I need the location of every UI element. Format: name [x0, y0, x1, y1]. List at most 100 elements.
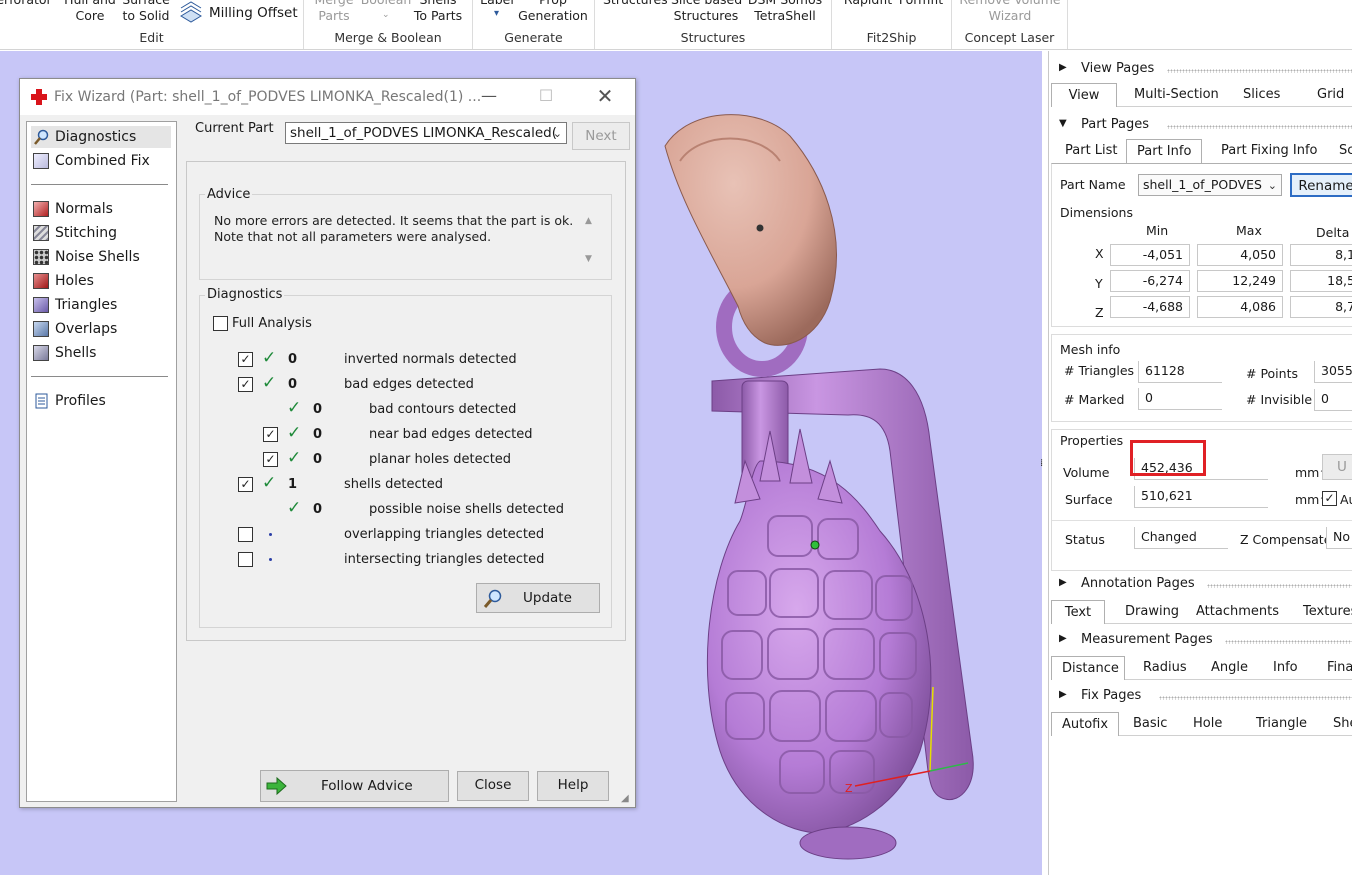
tab-textures[interactable]: Textures — [1293, 600, 1352, 624]
surface-to-solid-button[interactable]: Surface to Solid — [118, 0, 174, 24]
dim-z-delta[interactable]: 8,7 — [1290, 296, 1352, 318]
dim-z-max[interactable]: 4,086 — [1197, 296, 1283, 318]
update-volume-button[interactable]: U — [1322, 454, 1352, 480]
tab-attachments[interactable]: Attachments — [1186, 600, 1289, 624]
formfit-button[interactable]: Formfit — [896, 0, 946, 8]
auto-update-checkbox[interactable]: ✓ — [1322, 491, 1337, 506]
nav-item-shells[interactable]: Shells — [31, 342, 171, 364]
resize-grip-icon[interactable]: ◢ — [621, 793, 629, 804]
tab-drawing[interactable]: Drawing — [1115, 600, 1189, 624]
help-button[interactable]: Help — [537, 771, 609, 801]
milling-offset-icon[interactable] — [178, 0, 204, 26]
shells-checkbox[interactable]: ✓ — [238, 477, 253, 492]
dim-x-max[interactable]: 4,050 — [1197, 244, 1283, 266]
tab-scene[interactable]: Sce — [1329, 139, 1352, 163]
close-button[interactable]: Close — [457, 771, 529, 801]
prop-generation-button[interactable]: Prop Generation — [517, 0, 589, 24]
tab-info[interactable]: Info — [1263, 656, 1308, 680]
boolean-button[interactable]: Boolean — [358, 0, 414, 8]
nav-item-profiles[interactable]: Profiles — [31, 390, 171, 412]
dim-header-delta: Delta — [1316, 225, 1350, 240]
view-pages-header[interactable]: ▶ View Pages — [1049, 59, 1352, 79]
tab-final[interactable]: Final — [1317, 656, 1352, 680]
nav-item-combined-fix[interactable]: Combined Fix — [31, 150, 171, 172]
points-value[interactable]: 30550 — [1314, 361, 1352, 383]
tab-triangle[interactable]: Triangle — [1246, 712, 1317, 736]
tab-part-info[interactable]: Part Info — [1126, 139, 1203, 163]
tab-part-list[interactable]: Part List — [1055, 139, 1128, 163]
tab-slices[interactable]: Slices — [1233, 83, 1290, 107]
tab-multi-section[interactable]: Multi-Section — [1124, 83, 1229, 107]
tab-text[interactable]: Text — [1051, 600, 1105, 624]
dialog-titlebar[interactable]: Fix Wizard (Part: shell_1_of_PODVES LIMO… — [20, 79, 635, 115]
dim-y-delta[interactable]: 18,5 — [1290, 270, 1352, 292]
tab-distance[interactable]: Distance — [1051, 656, 1125, 680]
rapidfit-button[interactable]: Rapidfit — [840, 0, 896, 8]
remove-volume-wizard-button[interactable]: Remove Volume Wizard — [956, 0, 1064, 24]
surface-value[interactable]: 510,621 — [1134, 486, 1268, 508]
dim-z-min[interactable]: -4,688 — [1110, 296, 1190, 318]
hull-and-core-button[interactable]: Hull and Core — [62, 0, 118, 24]
merge-parts-button[interactable]: Merge Parts — [312, 0, 356, 24]
tab-shell[interactable]: Shell — [1323, 712, 1352, 736]
tab-part-fixing-info[interactable]: Part Fixing Info — [1211, 139, 1327, 163]
scroll-up-icon[interactable]: ▲ — [585, 216, 592, 226]
rename-button[interactable]: Rename — [1290, 173, 1352, 197]
tab-view[interactable]: View — [1051, 83, 1117, 107]
fix-wizard-dialog[interactable]: Fix Wizard (Part: shell_1_of_PODVES LIMO… — [19, 78, 636, 808]
update-button[interactable]: Update — [476, 583, 600, 613]
mesh-info-box: Mesh info # Triangles 61128 # Points 305… — [1051, 334, 1352, 422]
minimize-icon[interactable]: — — [475, 87, 503, 107]
part-name-select[interactable]: shell_1_of_PODVES ⌄ — [1138, 174, 1282, 196]
invisible-value[interactable]: 0 — [1314, 389, 1352, 411]
next-button[interactable]: Next — [572, 122, 630, 150]
nav-item-holes[interactable]: Holes — [31, 270, 171, 292]
tab-hole[interactable]: Hole — [1183, 712, 1232, 736]
dsm-somos-tetrashell-button[interactable]: DSM Somos TetraShell — [745, 0, 825, 24]
full-analysis-checkbox[interactable] — [213, 316, 228, 331]
tab-angle[interactable]: Angle — [1201, 656, 1258, 680]
maximize-icon[interactable]: ☐ — [532, 87, 560, 107]
measurement-pages-header[interactable]: ▶ Measurement Pages — [1049, 630, 1352, 650]
collapse-triangle-icon: ▼ — [1059, 118, 1067, 129]
dim-y-max[interactable]: 12,249 — [1197, 270, 1283, 292]
close-icon[interactable]: ✕ — [591, 86, 619, 107]
perforator-button[interactable]: erforator — [0, 0, 54, 8]
current-part-select[interactable]: shell_1_of_PODVES LIMONKA_Rescaled( ⌄ — [285, 122, 567, 144]
nav-item-overlaps[interactable]: Overlaps — [31, 318, 171, 340]
slice-based-structures-button[interactable]: Slice based Structures — [671, 0, 742, 24]
nav-item-normals[interactable]: Normals — [31, 198, 171, 220]
shells-to-parts-button[interactable]: Shells To Parts — [412, 0, 464, 24]
nav-item-triangles[interactable]: Triangles — [31, 294, 171, 316]
tab-autofix[interactable]: Autofix — [1051, 712, 1119, 736]
chevron-down-icon[interactable]: ⌄ — [382, 10, 390, 20]
triangles-value[interactable]: 61128 — [1138, 361, 1222, 383]
nav-item-stitching[interactable]: Stitching — [31, 222, 171, 244]
dim-x-delta[interactable]: 8,1 — [1290, 244, 1352, 266]
tab-basic[interactable]: Basic — [1123, 712, 1177, 736]
intersecting-triangles-checkbox[interactable] — [238, 552, 253, 567]
fix-pages-header[interactable]: ▶ Fix Pages — [1049, 686, 1352, 706]
label-button[interactable]: Label — [477, 0, 517, 8]
splitter-handle-icon[interactable]: ⁞ — [1040, 458, 1043, 469]
nav-item-noise-shells[interactable]: Noise Shells — [31, 246, 171, 268]
tab-grid[interactable]: Grid — [1307, 83, 1352, 107]
nav-item-diagnostics[interactable]: Diagnostics — [31, 126, 171, 148]
inverted-normals-checkbox[interactable]: ✓ — [238, 352, 253, 367]
tab-radius[interactable]: Radius — [1133, 656, 1197, 680]
overlapping-triangles-checkbox[interactable] — [238, 527, 253, 542]
structures-button[interactable]: Structures — [603, 0, 668, 8]
near-bad-edges-checkbox[interactable]: ✓ — [263, 427, 278, 442]
part-pages-header[interactable]: ▼ Part Pages — [1049, 115, 1352, 135]
follow-advice-button[interactable]: Follow Advice — [260, 770, 449, 802]
annotation-pages-header[interactable]: ▶ Annotation Pages — [1049, 574, 1352, 594]
marked-value[interactable]: 0 — [1138, 388, 1222, 410]
chevron-down-icon[interactable]: ▾ — [494, 8, 499, 19]
bad-edges-checkbox[interactable]: ✓ — [238, 377, 253, 392]
scroll-down-icon[interactable]: ▼ — [585, 254, 592, 264]
milling-offset-label[interactable]: Milling Offset — [209, 5, 298, 21]
dim-x-min[interactable]: -4,051 — [1110, 244, 1190, 266]
planar-holes-checkbox[interactable]: ✓ — [263, 452, 278, 467]
magnifier-icon — [483, 588, 503, 617]
dim-y-min[interactable]: -6,274 — [1110, 270, 1190, 292]
